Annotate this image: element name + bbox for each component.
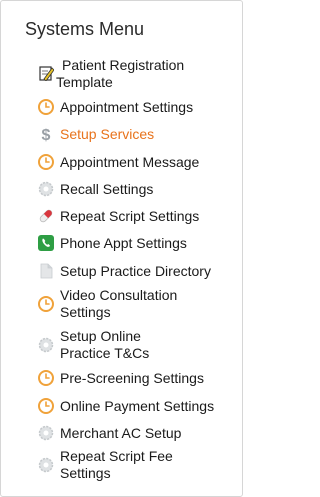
menu-item-label: Setup Practice Directory	[60, 263, 211, 279]
menu-title: Systems Menu	[25, 19, 145, 39]
pill-icon	[38, 208, 54, 224]
menu-item-label: Recall Settings	[60, 181, 154, 197]
menu-item-label: Video Consultation Settings	[60, 287, 178, 320]
menu-item-label: Phone Appt Settings	[60, 235, 187, 251]
menu-item-label: Appointment Message	[60, 154, 200, 170]
menu-item-label: Patient Registration Template	[56, 57, 185, 90]
gear-icon	[38, 457, 54, 473]
clock-icon	[38, 296, 54, 312]
gear-icon	[38, 337, 54, 353]
clock-icon	[38, 370, 54, 386]
dollar-icon: $	[38, 126, 54, 142]
systems-menu-panel: Systems Menu Patient Registration Templa…	[0, 0, 243, 497]
clock-icon	[38, 99, 54, 115]
menu-item-label: Merchant AC Setup	[60, 425, 182, 441]
clock-icon	[38, 398, 54, 414]
phone-icon	[38, 235, 54, 251]
menu-item-label: Appointment Settings	[60, 99, 194, 115]
clock-icon	[38, 154, 54, 170]
svg-text:$: $	[42, 127, 51, 142]
menu-item-label: Online Payment Settings	[60, 398, 215, 414]
gear-icon	[38, 181, 54, 197]
gear-icon	[38, 425, 54, 441]
menu-item-label: Setup Online Practice T&Cs	[60, 328, 150, 361]
menu-item-label: Pre-Screening Settings	[60, 370, 204, 386]
document-icon	[38, 263, 54, 279]
menu-item-label: Setup Services	[60, 126, 155, 142]
menu-item-label: Repeat Script Settings	[60, 208, 200, 224]
menu-item-label: Repeat Script Fee Settings	[60, 448, 173, 481]
edit-note-icon	[38, 65, 54, 81]
